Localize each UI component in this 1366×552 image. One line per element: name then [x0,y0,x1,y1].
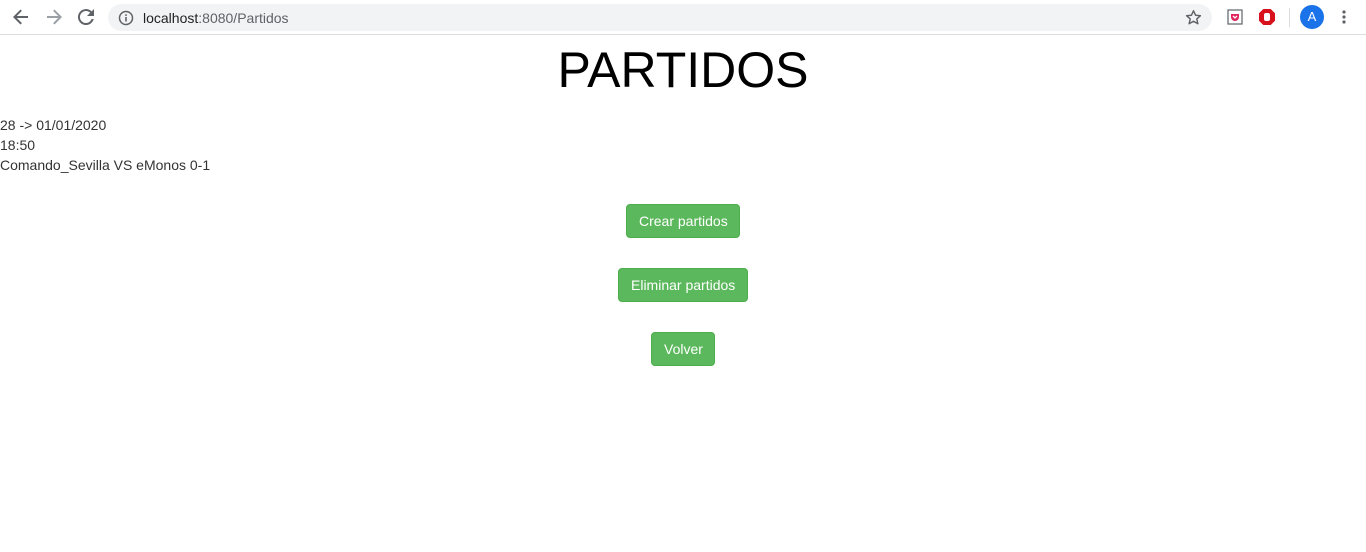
back-button[interactable] [9,5,33,29]
info-icon[interactable] [118,10,134,26]
arrow-left-icon [13,9,28,25]
url-host: localhost [143,10,199,26]
browser-toolbar: localhost:8080/Partidos A [0,0,1366,35]
create-matches-button[interactable]: Crear partidos [626,204,740,238]
url-text[interactable]: localhost:8080/Partidos [143,10,289,26]
browser-menu-button[interactable] [1332,5,1356,29]
arrow-right-icon [47,9,62,25]
star-icon[interactable] [1185,9,1202,26]
adblock-extension-button[interactable] [1255,5,1279,29]
reload-button[interactable] [74,5,98,29]
kebab-menu-icon [1342,10,1346,24]
delete-matches-button[interactable]: Eliminar partidos [618,268,748,302]
match-time: 18:50 [0,137,36,153]
match-entry: 28 -> 01/01/2020 18:50 Comando_Sevilla V… [0,115,210,175]
forward-button[interactable] [42,5,66,29]
match-round-date: 28 -> 01/01/2020 [0,117,107,133]
page-title: PARTIDOS [557,42,809,98]
back-link-button[interactable]: Volver [651,332,715,366]
address-bar[interactable]: localhost:8080/Partidos [108,4,1212,31]
adblock-icon [1259,9,1275,25]
match-result: Comando_Sevilla VS eMonos 0-1 [0,157,211,173]
reload-icon [78,9,94,25]
toolbar-divider [1289,8,1290,27]
pocket-icon [1227,9,1243,25]
url-path: :8080/Partidos [198,10,289,26]
profile-avatar[interactable]: A [1300,5,1324,29]
pocket-extension-button[interactable] [1223,5,1247,29]
